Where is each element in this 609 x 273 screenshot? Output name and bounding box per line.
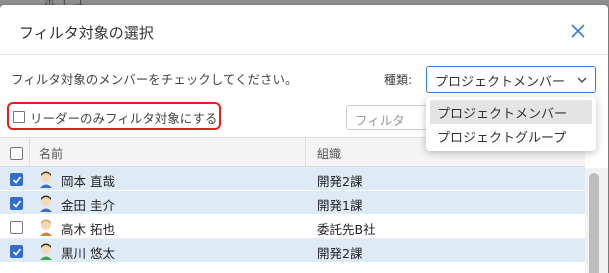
row-checkbox[interactable] (10, 245, 23, 258)
member-org: 開発2課 (317, 246, 363, 261)
member-org: 委託先B社 (317, 222, 376, 237)
member-name: 岡本 直哉 (61, 174, 115, 189)
dialog-header: フィルタ対象の選択 (0, 5, 608, 55)
user-avatar-icon (40, 195, 52, 212)
leader-only-checkbox[interactable] (13, 111, 25, 123)
row-checkbox[interactable] (10, 197, 23, 210)
table-row[interactable]: 金田 圭介 開発1課 (0, 191, 585, 215)
member-table: 名前 組織 岡本 直哉 開発2課 金田 圭介 開発1課 高木 拓也 委託先B社 … (0, 137, 585, 263)
member-org: 開発1課 (317, 198, 363, 213)
column-header-org[interactable]: 組織 (317, 145, 341, 162)
select-all-checkbox[interactable] (10, 147, 23, 160)
table-row[interactable]: 岡本 直哉 開発2課 (0, 167, 585, 191)
filter-target-dialog: フィルタ対象の選択 フィルタ対象のメンバーをチェックしてください。 種類: プロ… (0, 5, 608, 273)
instruction-text: フィルタ対象のメンバーをチェックしてください。 (11, 72, 298, 87)
dropdown-option-project-group[interactable]: プロジェクトグループ (430, 124, 592, 148)
type-select[interactable]: プロジェクトメンバー (426, 66, 596, 93)
type-label: 種類: (384, 73, 413, 87)
leader-only-label[interactable]: リーダーのみフィルタ対象にする (30, 108, 217, 127)
row-checkbox[interactable] (10, 173, 23, 186)
table-row[interactable]: 黒川 悠太 開発2課 (0, 239, 585, 263)
user-avatar-icon (40, 243, 52, 260)
table-row[interactable]: 高木 拓也 委託先B社 (0, 215, 585, 239)
type-dropdown-menu: プロジェクトメンバー プロジェクトグループ (426, 97, 596, 151)
member-name: 黒川 悠太 (61, 246, 115, 261)
column-divider (305, 138, 306, 166)
type-select-value: プロジェクトメンバー (435, 75, 566, 90)
filter-input[interactable]: フィルタ (346, 105, 428, 130)
dropdown-option-project-member[interactable]: プロジェクトメンバー (430, 100, 592, 124)
user-avatar-icon (40, 219, 52, 236)
member-name: 高木 拓也 (61, 222, 115, 237)
chevron-down-icon (577, 77, 587, 83)
row-checkbox[interactable] (10, 221, 23, 234)
user-avatar-icon (40, 171, 52, 188)
column-divider (29, 138, 30, 166)
member-name: 金田 圭介 (61, 198, 115, 213)
column-header-name[interactable]: 名前 (39, 145, 63, 162)
dialog-title: フィルタ対象の選択 (19, 24, 154, 42)
member-org: 開発2課 (317, 174, 363, 189)
close-icon[interactable] (570, 23, 586, 39)
scrollbar-thumb[interactable] (589, 173, 599, 273)
